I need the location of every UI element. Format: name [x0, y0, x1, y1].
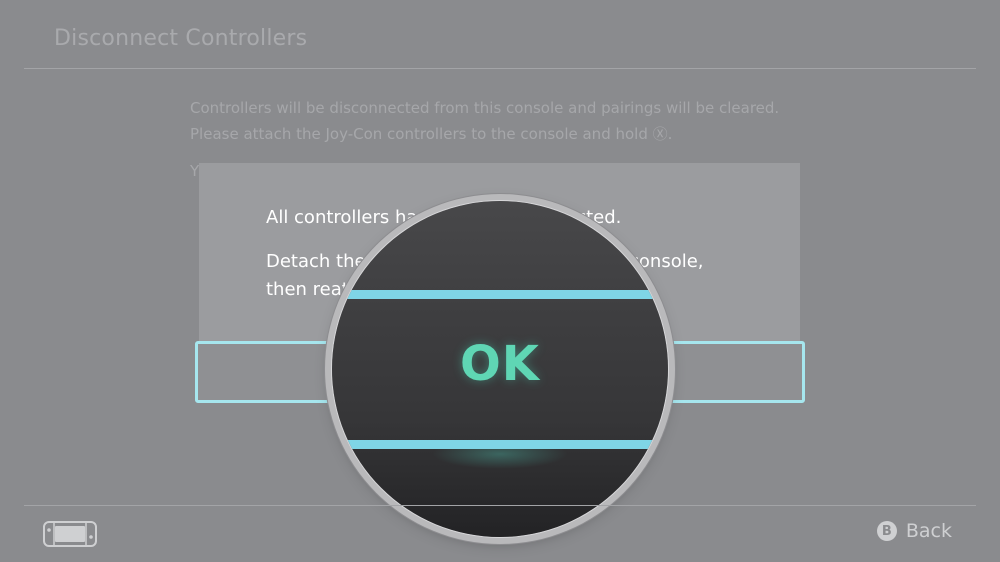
handheld-console-icon [43, 521, 97, 547]
b-button-icon: B [876, 521, 897, 541]
back-label: Back [905, 520, 952, 542]
instructions-line-2: Please attach the Joy-Con controllers to… [190, 125, 673, 143]
back-hint[interactable]: B Back [876, 520, 952, 542]
header-divider [24, 68, 976, 69]
magnified-button-border-bottom [332, 440, 668, 449]
magnifier-zoom: OK [332, 201, 668, 537]
footer-divider [24, 505, 976, 506]
ok-button-label[interactable]: OK [332, 336, 668, 392]
instructions-text: Controllers will be disconnected from th… [190, 95, 779, 147]
instructions-line-1: Controllers will be disconnected from th… [190, 99, 780, 117]
magnified-button-border-top [332, 290, 668, 299]
page-title: Disconnect Controllers [54, 26, 308, 51]
